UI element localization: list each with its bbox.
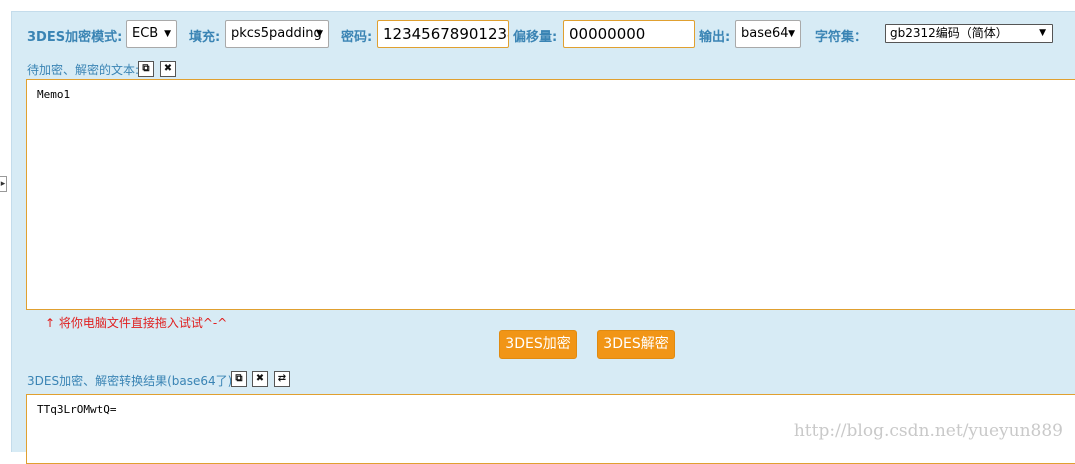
- padding-label: 填充:: [189, 30, 221, 45]
- des-tool-panel: 3DES加密模式: ECB ▼ 填充: pkcs5padding ▼ 密码: 1…: [11, 11, 1075, 464]
- charset-select-value: gb2312编码（简体）: [890, 26, 1008, 40]
- dropdown-arrow-icon: ▼: [1039, 28, 1046, 38]
- output-section-label: 3DES加密、解密转换结果(base64了):: [27, 374, 237, 388]
- copy-icon[interactable]: ⧉: [231, 371, 247, 387]
- padding-select-value: pkcs5padding: [231, 26, 322, 41]
- output-label: 输出:: [699, 30, 731, 45]
- drag-hint: ↑ 将你电脑文件直接拖入试试^-^: [45, 316, 228, 330]
- output-select-value: base64: [741, 26, 789, 41]
- dropdown-arrow-icon: ▼: [316, 29, 323, 39]
- iv-label: 偏移量:: [513, 30, 558, 45]
- dropdown-arrow-icon: ▼: [788, 29, 795, 39]
- options-toolbar: 3DES加密模式: ECB ▼ 填充: pkcs5padding ▼ 密码: 1…: [12, 19, 1075, 49]
- charset-label: 字符集：: [815, 30, 868, 45]
- mode-select-value: ECB: [132, 26, 159, 41]
- input-textarea[interactable]: Memo1: [26, 79, 1075, 310]
- mode-label: 3DES加密模式:: [27, 30, 123, 45]
- watermark-text: http://blog.csdn.net/yueyun889: [793, 421, 1063, 441]
- side-collapse-tab[interactable]: ▸: [0, 176, 7, 192]
- output-select[interactable]: base64 ▼: [735, 20, 801, 48]
- padding-select[interactable]: pkcs5padding ▼: [225, 20, 329, 48]
- key-label: 密码:: [341, 30, 373, 45]
- input-section-label: 待加密、解密的文本:: [27, 63, 140, 77]
- charset-select[interactable]: gb2312编码（简体） ▼: [885, 24, 1053, 43]
- swap-icon[interactable]: ⇄: [274, 371, 290, 387]
- mode-select[interactable]: ECB ▼: [126, 20, 177, 48]
- clear-icon[interactable]: ✖: [252, 371, 268, 387]
- copy-icon[interactable]: ⧉: [138, 61, 154, 77]
- encrypt-button[interactable]: 3DES加密: [499, 330, 577, 359]
- key-input[interactable]: 123456789012345: [377, 20, 509, 48]
- iv-input[interactable]: 00000000: [563, 20, 695, 48]
- dropdown-arrow-icon: ▼: [164, 29, 171, 39]
- decrypt-button[interactable]: 3DES解密: [597, 330, 675, 359]
- clear-icon[interactable]: ✖: [160, 61, 176, 77]
